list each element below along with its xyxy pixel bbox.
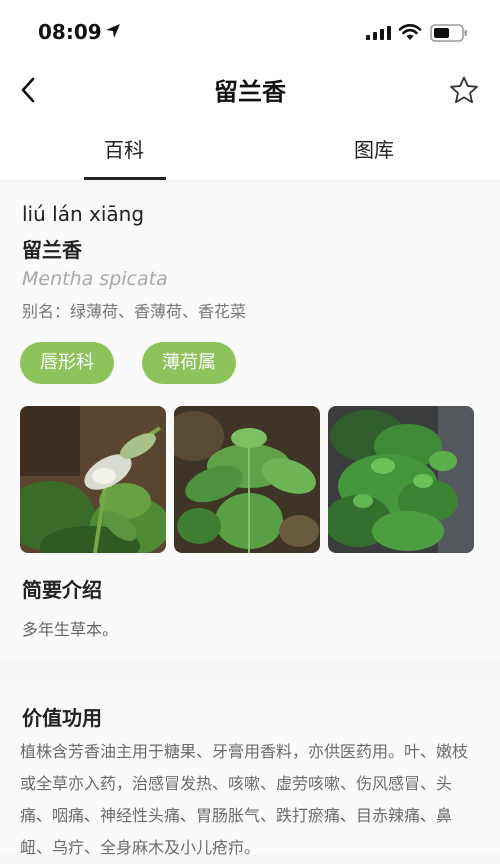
- battery-icon: [430, 24, 467, 42]
- navigation-bar: 留兰香: [0, 64, 500, 116]
- plant-info-card: liú lán xiāng 留兰香 Mentha spicata 别名：绿薄荷、…: [0, 182, 500, 660]
- plant-pinyin: liú lán xiāng: [22, 202, 145, 226]
- status-bar: 08:09: [0, 0, 500, 64]
- value-heading: 价值功用: [22, 706, 102, 730]
- location-arrow-icon: [106, 24, 120, 38]
- value-card: 价值功用 植株含芳香油主用于糖果、牙膏用香料，亦供医药用。叶、嫩枝或全草亦入药，…: [0, 680, 500, 857]
- plant-alias: 别名：绿薄荷、香薄荷、香花菜: [22, 302, 247, 321]
- tab-gallery[interactable]: 图库: [354, 134, 394, 163]
- plant-photo[interactable]: [328, 406, 474, 553]
- tab-encyclopedia[interactable]: 百科: [104, 134, 144, 163]
- status-time: 08:09: [38, 20, 102, 44]
- plant-photo[interactable]: [20, 406, 166, 553]
- tab-bar: 百科 图库: [0, 116, 500, 180]
- star-icon: [450, 76, 478, 104]
- plant-photo[interactable]: [174, 406, 320, 553]
- family-tag[interactable]: 唇形科: [20, 342, 114, 384]
- page-title: 留兰香: [214, 78, 286, 106]
- value-text: 植株含芳香油主用于糖果、牙膏用香料，亦供医药用。叶、嫩枝或全草亦入药，治感冒发热…: [20, 742, 469, 857]
- intro-heading: 简要介绍: [22, 578, 102, 602]
- cellular-signal-icon: [366, 26, 391, 40]
- intro-text: 多年生草本。: [22, 620, 119, 639]
- favorite-button[interactable]: [446, 72, 482, 108]
- plant-name: 留兰香: [22, 238, 82, 262]
- active-tab-indicator: [84, 177, 166, 180]
- genus-tag[interactable]: 薄荷属: [142, 342, 236, 384]
- plant-latin-name: Mentha spicata: [22, 268, 168, 290]
- wifi-icon: [398, 24, 422, 40]
